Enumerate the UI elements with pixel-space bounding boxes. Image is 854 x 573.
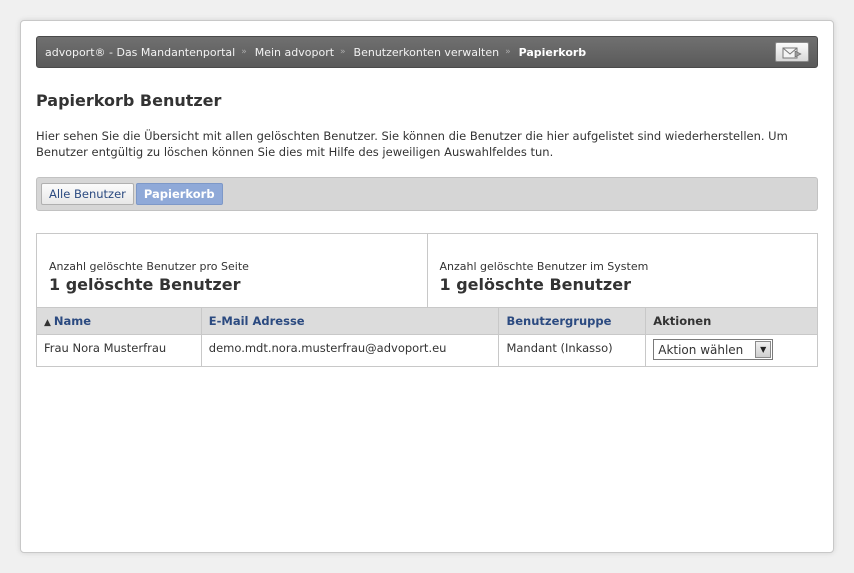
- column-header-name-label: Name: [53, 314, 92, 328]
- table-header-row: ▲ Name E-Mail Adresse Benutzergruppe Akti…: [36, 307, 818, 335]
- intro-text: Hier sehen Sie die Übersicht mit allen g…: [36, 129, 788, 159]
- cell-name: Frau Nora Musterfrau: [36, 334, 202, 367]
- action-select[interactable]: Aktion wählen ▼: [653, 339, 774, 360]
- sort-ascending-icon: ▲: [44, 318, 51, 328]
- cell-group: Mandant (Inkasso): [498, 334, 647, 367]
- tab-alle-benutzer[interactable]: Alle Benutzer: [41, 183, 134, 205]
- column-header-email[interactable]: E-Mail Adresse: [200, 307, 500, 335]
- stat-per-page-value: 1 gelöschte Benutzer: [49, 275, 241, 294]
- breadcrumb-item-home[interactable]: advoport® - Das Mandantenportal: [45, 46, 235, 59]
- action-select-value: Aktion wählen: [658, 342, 744, 357]
- tab-bar: Alle Benutzer Papierkorb: [36, 177, 818, 211]
- breadcrumb-separator: »: [241, 47, 247, 57]
- breadcrumb-current: Papierkorb: [518, 45, 587, 59]
- cell-email: demo.mdt.nora.musterfrau@advoport.eu: [200, 334, 500, 367]
- stat-in-system-value: 1 gelöschte Benutzer: [439, 275, 631, 294]
- cell-actions: Aktion wählen ▼: [645, 334, 818, 367]
- stat-per-page-label: Anzahl gelöschte Benutzer pro Seite: [49, 260, 249, 273]
- mail-export-icon: [782, 47, 802, 58]
- breadcrumb-item-mein-advoport[interactable]: Mein advoport: [255, 46, 334, 59]
- deleted-users-table: ▲ Name E-Mail Adresse Benutzergruppe Akti…: [36, 307, 818, 367]
- column-header-actions: Aktionen: [645, 307, 818, 335]
- stat-per-page: Anzahl gelöschte Benutzer pro Seite 1 ge…: [37, 234, 427, 307]
- breadcrumb-separator: »: [340, 47, 346, 57]
- mail-export-button[interactable]: [775, 42, 809, 62]
- breadcrumb-item-benutzerkonten[interactable]: Benutzerkonten verwalten: [354, 46, 500, 59]
- tab-papierkorb[interactable]: Papierkorb: [135, 183, 223, 205]
- table-row: Frau Nora Musterfrau demo.mdt.nora.muste…: [36, 334, 818, 367]
- stat-in-system: Anzahl gelöschte Benutzer im System 1 ge…: [426, 234, 818, 307]
- stat-in-system-label: Anzahl gelöschte Benutzer im System: [439, 260, 649, 273]
- dropdown-arrow-icon[interactable]: ▼: [755, 341, 772, 358]
- page-title: Papierkorb Benutzer: [36, 91, 222, 110]
- column-header-group[interactable]: Benutzergruppe: [498, 307, 647, 335]
- breadcrumb-separator: »: [505, 47, 511, 57]
- stats-panel: Anzahl gelöschte Benutzer pro Seite 1 ge…: [36, 233, 818, 307]
- content-frame: advoport® - Das Mandantenportal » Mein a…: [20, 20, 834, 553]
- breadcrumb: advoport® - Das Mandantenportal » Mein a…: [36, 36, 818, 68]
- column-header-name[interactable]: ▲ Name: [36, 307, 202, 335]
